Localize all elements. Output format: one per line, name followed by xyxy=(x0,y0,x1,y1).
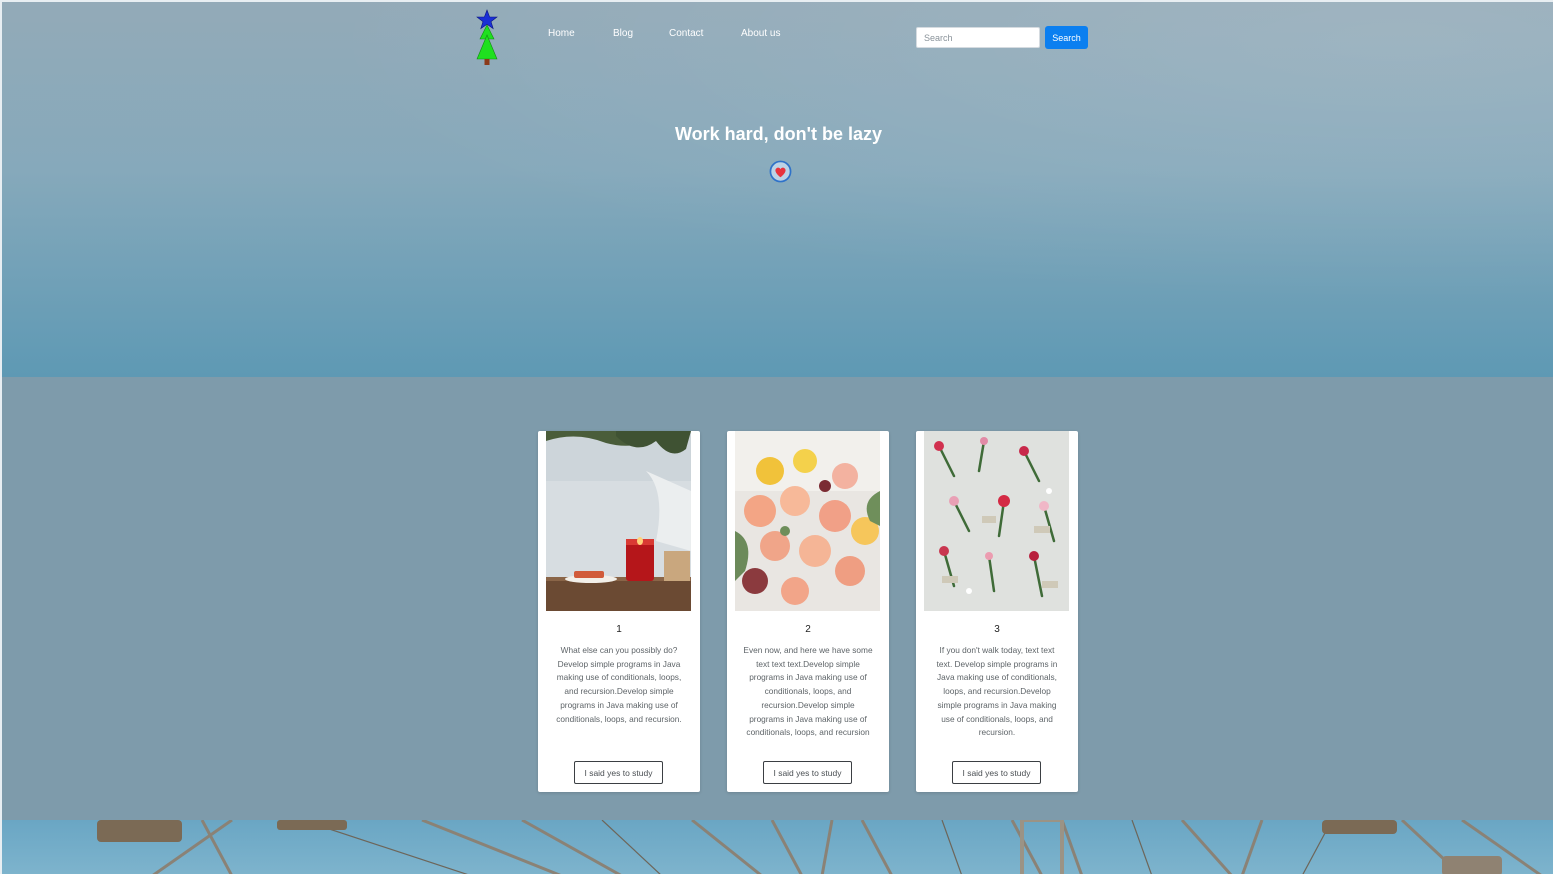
heart-icon xyxy=(769,160,792,183)
card-text: What else can you possibly do?Develop si… xyxy=(556,645,682,724)
search-input[interactable] xyxy=(916,27,1040,48)
nav-about-us[interactable]: About us xyxy=(741,28,780,39)
study-button[interactable]: I said yes to study xyxy=(763,761,852,784)
cards-section: 1 What else can you possibly do?Develop … xyxy=(2,377,1553,820)
study-button[interactable]: I said yes to study xyxy=(952,761,1041,784)
hero-banner: Home Blog Contact About us Search Work h… xyxy=(2,2,1553,377)
tree-star-logo[interactable] xyxy=(472,9,502,67)
card-number: 2 xyxy=(805,624,811,635)
card-2: 2 Even now, and here we have some text t… xyxy=(727,431,889,792)
card-1: 1 What else can you possibly do?Develop … xyxy=(538,431,700,792)
card-image-bouquet xyxy=(735,431,880,611)
card-text: Even now, and here we have some text tex… xyxy=(743,645,873,738)
card-number: 3 xyxy=(994,624,1000,635)
card-text: If you don't walk today, text text text.… xyxy=(936,645,1058,738)
card-image-pressed-flowers xyxy=(924,431,1069,611)
study-button[interactable]: I said yes to study xyxy=(574,761,663,784)
nav-home[interactable]: Home xyxy=(548,28,575,39)
page: Home Blog Contact About us Search Work h… xyxy=(0,0,1553,874)
hero-title: Work hard, don't be lazy xyxy=(675,124,882,144)
nav-contact[interactable]: Contact xyxy=(669,28,703,39)
ferris-wheel-banner xyxy=(2,820,1553,874)
search-button[interactable]: Search xyxy=(1045,26,1088,49)
card-3: 3 If you don't walk today, text text tex… xyxy=(916,431,1078,792)
nav-blog[interactable]: Blog xyxy=(613,28,633,39)
card-number: 1 xyxy=(616,624,622,635)
card-image-candle xyxy=(546,431,691,611)
